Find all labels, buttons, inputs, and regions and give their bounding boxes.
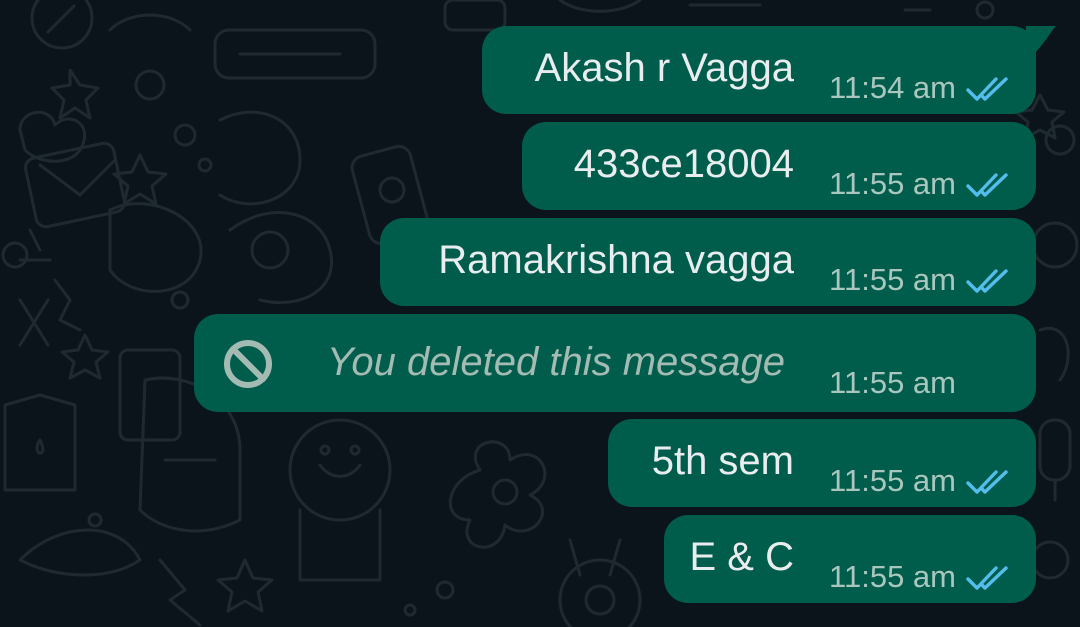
- message-timestamp: 11:55 am: [829, 365, 956, 400]
- message-text: 5th sem: [651, 439, 794, 483]
- bubble-tail: [1026, 26, 1056, 56]
- message-timestamp: 11:55 am: [829, 166, 956, 201]
- message-timestamp: 11:55 am: [829, 463, 956, 498]
- double-check-read-icon: [966, 76, 1010, 102]
- message-bubble[interactable]: 433ce18004 11:55 am: [522, 122, 1036, 210]
- message-text: Akash r Vagga: [534, 46, 794, 90]
- message-list: Akash r Vagga 11:54 am 433ce18004 11:55 …: [0, 0, 1080, 627]
- double-check-read-icon: [966, 565, 1010, 591]
- message-bubble[interactable]: E & C 11:55 am: [664, 515, 1036, 603]
- message-bubble[interactable]: 5th sem 11:55 am: [608, 419, 1036, 507]
- message-bubble[interactable]: Ramakrishna vagga 11:55 am: [380, 218, 1036, 306]
- deleted-message-bubble[interactable]: You deleted this message 11:55 am: [194, 314, 1036, 412]
- message-bubble[interactable]: Akash r Vagga 11:54 am: [482, 26, 1056, 114]
- double-check-read-icon: [966, 172, 1010, 198]
- message-text: 433ce18004: [573, 142, 794, 186]
- double-check-read-icon: [966, 469, 1010, 495]
- message-timestamp: 11:55 am: [829, 262, 956, 297]
- message-timestamp: 11:55 am: [829, 559, 956, 594]
- ban-icon: [222, 338, 274, 390]
- message-text: Ramakrishna vagga: [438, 238, 794, 282]
- message-text: E & C: [689, 535, 794, 579]
- message-timestamp: 11:54 am: [829, 70, 956, 105]
- double-check-read-icon: [966, 268, 1010, 294]
- deleted-message-text: You deleted this message: [326, 340, 785, 384]
